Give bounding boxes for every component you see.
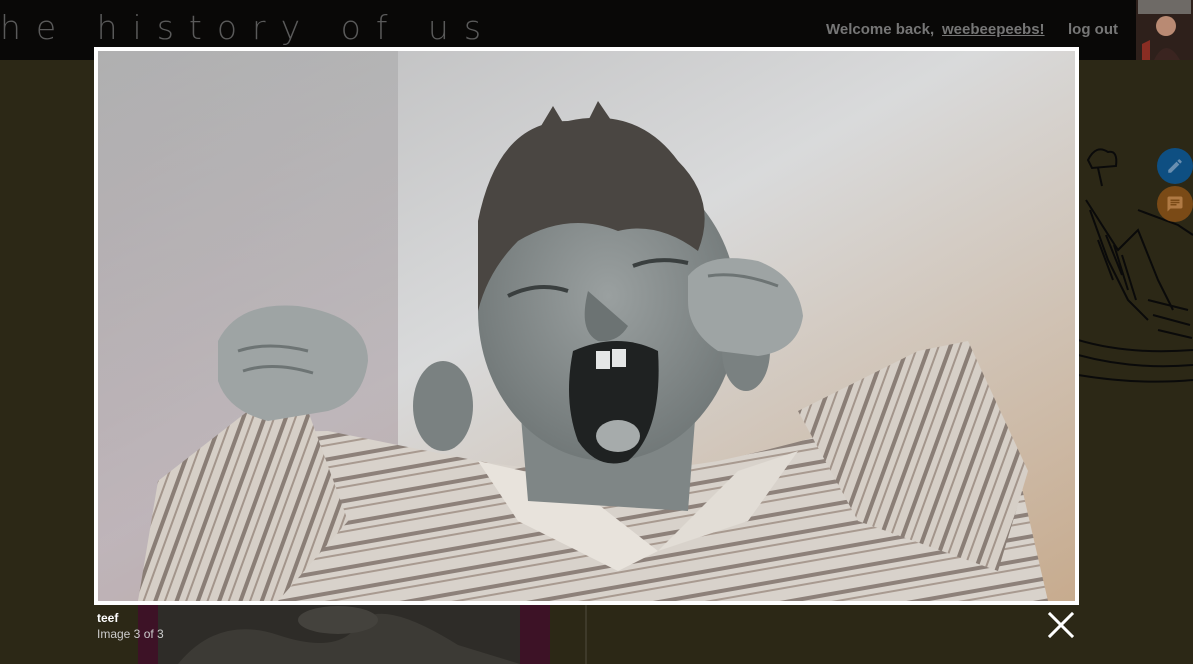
user-avatar-icon bbox=[1136, 0, 1193, 60]
close-button[interactable] bbox=[1046, 610, 1076, 640]
pencil-icon bbox=[1168, 159, 1182, 173]
lightbox-frame bbox=[94, 47, 1079, 605]
lightbox-title: teef bbox=[97, 611, 119, 625]
avatar[interactable] bbox=[1136, 0, 1193, 60]
welcome-text: Welcome back, bbox=[826, 21, 935, 38]
site-title[interactable]: the history of us bbox=[0, 8, 496, 47]
username-link[interactable]: weebeepeebs! bbox=[942, 21, 1045, 38]
image-counter: Image 3 of 3 bbox=[97, 627, 164, 641]
lightbox-photo bbox=[98, 51, 1075, 601]
edit-button[interactable] bbox=[1157, 148, 1193, 184]
close-icon bbox=[1047, 611, 1075, 639]
card-thumbnail[interactable] bbox=[158, 605, 520, 664]
card-thumbnail-image bbox=[158, 605, 520, 664]
logout-link[interactable]: log out bbox=[1068, 21, 1118, 38]
comment-icon bbox=[1167, 196, 1183, 212]
column-divider bbox=[585, 605, 587, 664]
comment-button[interactable] bbox=[1157, 186, 1193, 222]
